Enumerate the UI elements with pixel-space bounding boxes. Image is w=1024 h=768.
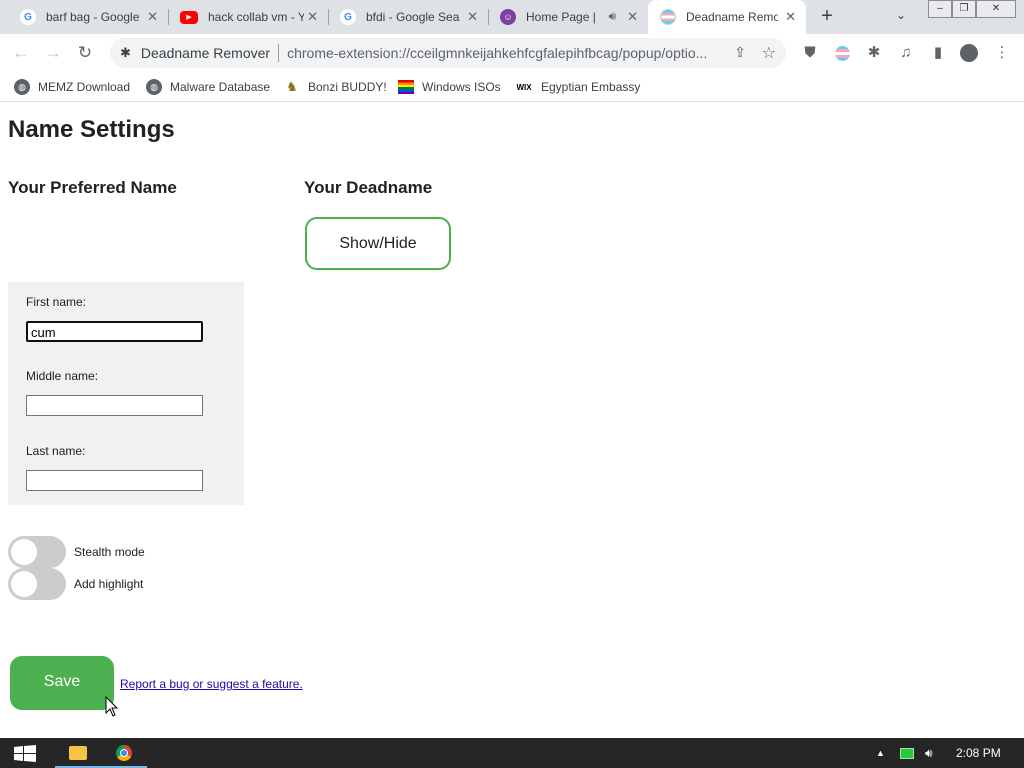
google-g-icon: G <box>340 9 356 25</box>
bookmark-label: Windows ISOs <box>422 80 501 94</box>
tab-title: Home Page | <box>526 10 596 24</box>
middle-name-input[interactable] <box>26 395 203 416</box>
tab-barf-bag[interactable]: G barf bag - Google ✕ <box>8 0 168 34</box>
ublock-shield-icon[interactable]: ⛊ <box>799 42 821 64</box>
google-g-icon: G <box>20 9 36 25</box>
bonzi-icon: ♞ <box>286 79 298 94</box>
chrome-icon <box>116 745 132 761</box>
tab-deadname-remover[interactable]: Deadname Remo ✕ <box>648 0 806 34</box>
clock-time[interactable]: 2:08 PM <box>956 738 1001 768</box>
mouse-pointer-icon <box>105 696 119 717</box>
media-control-icon[interactable]: ♫ <box>895 42 917 64</box>
bookmark-bonzi[interactable]: ♞ Bonzi BUDDY! <box>284 77 387 97</box>
share-icon[interactable]: ⇪ <box>734 44 746 61</box>
add-highlight-label: Add highlight <box>74 577 144 591</box>
tab-title: bfdi - Google Sea <box>366 10 460 24</box>
save-button[interactable]: Save <box>10 656 114 710</box>
trans-flag-extension-icon[interactable] <box>831 42 853 64</box>
bookmarks-bar: ◍ MEMZ Download ◍ Malware Database ♞ Bon… <box>0 72 1024 102</box>
trans-flag-icon <box>660 9 676 25</box>
back-arrow-icon[interactable]: ← <box>10 42 32 64</box>
omnibox-separator <box>278 44 280 62</box>
forward-arrow-icon[interactable]: → <box>42 42 64 64</box>
globe-icon: ◍ <box>146 79 162 95</box>
bookmark-star-icon[interactable]: ☆ <box>762 43 776 63</box>
restore-button[interactable]: ❐ <box>952 0 976 18</box>
bookmark-egyptian-embassy[interactable]: WIX Egyptian Embassy <box>515 77 640 97</box>
speaker-icon[interactable]: 🔊︎ <box>608 9 616 24</box>
close-tab-icon[interactable]: ✕ <box>147 10 158 24</box>
extensions-puzzle-icon[interactable]: ✱ <box>863 42 885 64</box>
close-tab-icon[interactable]: ✕ <box>307 10 318 24</box>
close-window-button[interactable]: ✕ <box>976 0 1016 18</box>
toggle-knob <box>11 571 37 597</box>
rainbow-flag-icon <box>398 80 414 94</box>
show-hide-button[interactable]: Show/Hide <box>305 217 451 270</box>
side-panel-icon[interactable]: ▮ <box>927 42 949 64</box>
bookmark-malware-db[interactable]: ◍ Malware Database <box>146 77 270 97</box>
extension-name: Deadname Remover <box>140 45 271 61</box>
page-title: Name Settings <box>8 116 175 143</box>
kebab-menu-icon[interactable]: ⋮ <box>991 42 1013 64</box>
windows-start-icon[interactable] <box>14 745 36 762</box>
bonzi-icon: ☺ <box>500 9 516 25</box>
browser-window: G barf bag - Google ✕ ▶ hack collab vm -… <box>0 0 1024 738</box>
tab-home-page[interactable]: ☺ Home Page | 🔊︎ ✕ <box>488 0 648 34</box>
last-name-input[interactable] <box>26 470 203 491</box>
first-name-input[interactable]: cum <box>26 321 203 342</box>
network-icon[interactable] <box>900 738 914 768</box>
preferred-name-heading: Your Preferred Name <box>8 178 177 197</box>
tab-strip: G barf bag - Google ✕ ▶ hack collab vm -… <box>0 0 1024 34</box>
bookmark-label: Malware Database <box>170 80 271 94</box>
bookmark-label: MEMZ Download <box>38 80 131 94</box>
close-tab-icon[interactable]: ✕ <box>785 10 796 24</box>
last-name-label: Last name: <box>26 444 86 458</box>
reload-icon[interactable]: ↻ <box>74 42 96 64</box>
profile-avatar-icon[interactable] <box>958 42 980 64</box>
browser-toolbar: ← → ↻ ✱ Deadname Remover chrome-extensio… <box>0 34 1024 72</box>
stealth-mode-toggle[interactable] <box>8 536 66 568</box>
youtube-icon: ▶ <box>180 10 198 24</box>
new-tab-button[interactable]: + <box>816 6 838 28</box>
windows-taskbar: ▲ 🔊︎ 2:08 PM <box>0 738 1024 768</box>
volume-icon[interactable]: 🔊︎ <box>925 738 933 768</box>
report-bug-link[interactable]: Report a bug or suggest a feature. <box>120 677 303 691</box>
globe-icon: ◍ <box>14 79 30 95</box>
chrome-taskbar-button[interactable] <box>101 738 147 768</box>
puzzle-piece-icon: ✱ <box>120 45 131 60</box>
tab-hack-collab[interactable]: ▶ hack collab vm - Y ✕ <box>168 0 328 34</box>
deadname-heading: Your Deadname <box>304 178 433 197</box>
options-page: Name Settings Your Preferred Name Your D… <box>0 103 1024 738</box>
tab-title: barf bag - Google <box>46 10 140 24</box>
address-bar[interactable]: ✱ Deadname Remover chrome-extension://cc… <box>110 38 786 68</box>
toggle-knob <box>11 539 37 565</box>
stealth-mode-label: Stealth mode <box>74 545 145 559</box>
tab-title: hack collab vm - Y <box>208 10 304 24</box>
preferred-name-form: First name: cum Middle name: Last name: <box>8 282 244 505</box>
folder-icon <box>69 746 87 760</box>
first-name-label: First name: <box>26 295 87 309</box>
wix-icon: WIX <box>516 82 532 92</box>
middle-name-label: Middle name: <box>26 369 99 383</box>
tab-search-chevron-icon[interactable]: ⌄ <box>896 8 906 22</box>
tab-title: Deadname Remo <box>686 10 778 24</box>
close-tab-icon[interactable]: ✕ <box>627 10 638 24</box>
add-highlight-toggle[interactable] <box>8 568 66 600</box>
tab-bfdi[interactable]: G bfdi - Google Sea ✕ <box>328 0 488 34</box>
bookmark-label: Bonzi BUDDY! <box>308 80 387 94</box>
minimize-button[interactable]: – <box>928 0 952 18</box>
bookmark-windows-isos[interactable]: Windows ISOs <box>398 77 501 97</box>
bookmark-label: Egyptian Embassy <box>541 80 641 94</box>
tray-chevron-icon[interactable]: ▲ <box>876 738 885 768</box>
url-text[interactable]: chrome-extension://cceilgmnkeijahkehfcgf… <box>287 45 719 61</box>
close-tab-icon[interactable]: ✕ <box>467 10 478 24</box>
file-explorer-taskbar-button[interactable] <box>55 738 101 768</box>
bookmark-memz[interactable]: ◍ MEMZ Download <box>14 77 130 97</box>
